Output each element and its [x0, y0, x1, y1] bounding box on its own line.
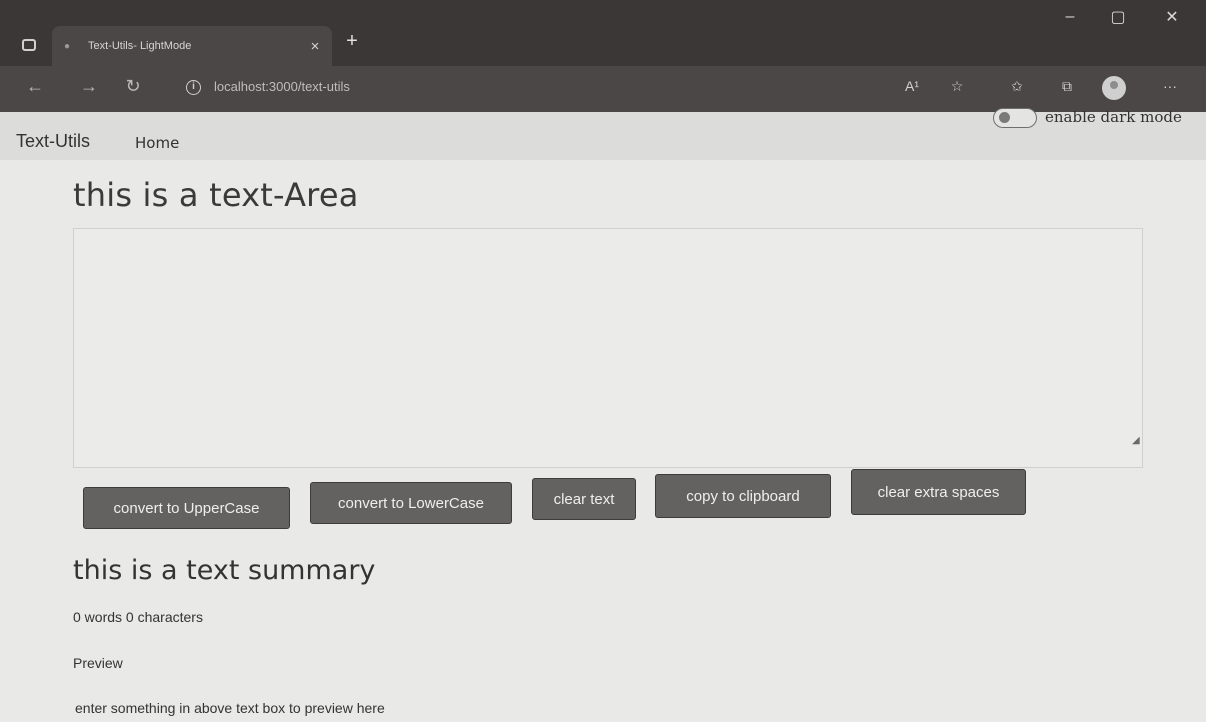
forward-icon[interactable]: → — [76, 76, 102, 97]
favorites-icon[interactable]: ✩ — [1005, 78, 1029, 95]
close-window-icon[interactable]: ✕ — [1152, 2, 1192, 32]
maximize-icon[interactable]: ▢ — [1098, 2, 1138, 32]
preview-heading: Preview — [73, 655, 123, 671]
summary-heading: this is a text summary — [73, 555, 376, 586]
copy-clipboard-button[interactable]: copy to clipboard — [655, 474, 831, 518]
dark-mode-label[interactable]: enable dark mode — [1045, 108, 1182, 126]
back-icon[interactable]: ← — [22, 76, 48, 97]
lowercase-button[interactable]: convert to LowerCase — [310, 482, 512, 524]
new-tab-icon[interactable]: + — [340, 30, 364, 53]
clear-text-button[interactable]: clear text — [532, 478, 636, 520]
collections-icon[interactable]: ⧉ — [1055, 78, 1079, 95]
profile-avatar[interactable] — [1102, 76, 1126, 100]
site-info-icon[interactable]: i — [186, 80, 201, 95]
word-char-count: 0 words 0 characters — [73, 609, 203, 625]
minimize-icon[interactable]: – — [1050, 2, 1090, 32]
resize-grip-icon[interactable]: ◢ — [1132, 435, 1140, 446]
add-favorite-icon[interactable]: ☆ — [945, 78, 969, 95]
nav-link-home[interactable]: Home — [135, 134, 179, 152]
tab-title: Text-Utils- LightMode — [88, 40, 192, 52]
tab-favicon-icon: ● — [64, 40, 71, 52]
brand-logo[interactable]: Text-Utils — [16, 131, 90, 152]
text-input[interactable] — [73, 228, 1143, 468]
read-aloud-icon[interactable]: A¹ — [900, 78, 924, 94]
url-field[interactable]: localhost:3000/text-utils — [214, 79, 350, 94]
preview-text: enter something in above text box to pre… — [75, 700, 385, 716]
more-menu-icon[interactable]: ··· — [1158, 78, 1182, 94]
uppercase-button[interactable]: convert to UpperCase — [83, 487, 290, 529]
toggle-knob — [999, 112, 1010, 123]
browser-tab[interactable]: ● Text-Utils- LightMode × — [52, 26, 332, 66]
browser-titlebar: – ▢ ✕ ● Text-Utils- LightMode × + — [0, 0, 1206, 66]
refresh-icon[interactable]: ↻ — [120, 76, 146, 97]
address-bar: ← → ↻ i localhost:3000/text-utils A¹ ☆ ✩… — [0, 66, 1206, 112]
browser-chrome: – ▢ ✕ ● Text-Utils- LightMode × + ← → ↻ … — [0, 0, 1206, 112]
textarea-heading: this is a text-Area — [73, 176, 359, 214]
tab-actions-icon[interactable] — [22, 39, 36, 51]
dark-mode-toggle[interactable] — [993, 108, 1037, 128]
clear-extra-spaces-button[interactable]: clear extra spaces — [851, 469, 1026, 515]
tab-close-icon[interactable]: × — [298, 38, 332, 55]
